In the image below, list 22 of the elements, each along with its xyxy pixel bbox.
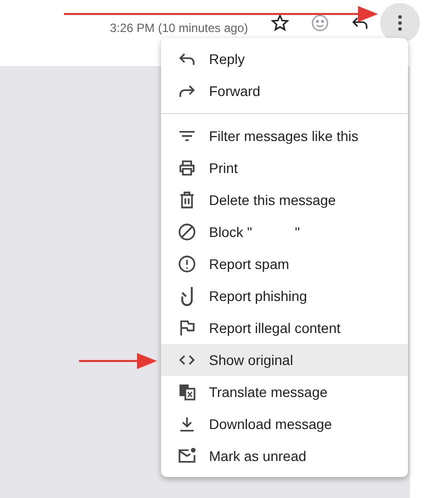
menu-item[interactable]: Filter messages like this xyxy=(161,120,408,152)
menu-item[interactable]: Block " " xyxy=(161,216,408,248)
timestamp: 3:26 PM (10 minutes ago) xyxy=(110,21,248,35)
menu-item[interactable]: Show original xyxy=(161,344,408,376)
menu-item[interactable]: Reply xyxy=(161,43,408,75)
block-icon xyxy=(177,222,197,242)
star-icon xyxy=(270,13,290,33)
hook-icon xyxy=(181,286,193,306)
menu-item[interactable]: Mark as unread xyxy=(161,440,408,472)
menu-item[interactable]: Report phishing xyxy=(161,280,408,312)
menu-item[interactable]: Report illegal content xyxy=(161,312,408,344)
menu-item[interactable]: Translate message xyxy=(161,376,408,408)
printer-icon xyxy=(177,158,197,178)
menu-item[interactable]: Print xyxy=(161,152,408,184)
menu-item[interactable]: Delete this message xyxy=(161,184,408,216)
smiley-icon xyxy=(310,13,330,33)
exclamation-icon xyxy=(177,254,197,274)
more-icon xyxy=(398,15,402,31)
menu-item[interactable]: Forward xyxy=(161,75,408,107)
menu-item[interactable]: Download message xyxy=(161,408,408,440)
translate-icon xyxy=(177,382,197,402)
menu-item[interactable]: Report spam xyxy=(161,248,408,280)
